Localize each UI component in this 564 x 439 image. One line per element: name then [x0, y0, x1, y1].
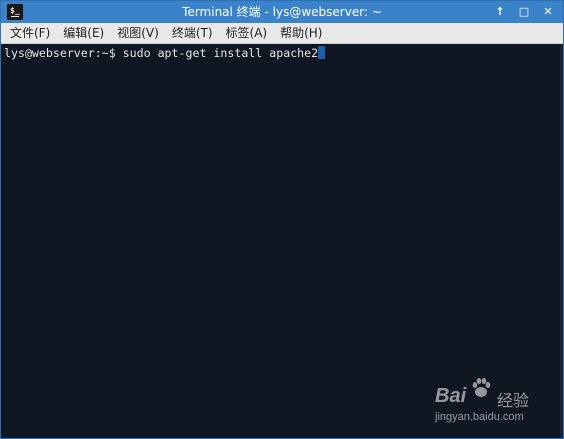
maximize-button[interactable]: □ [517, 5, 531, 19]
baidu-paw-icon [472, 378, 491, 397]
menu-bar: 文件(F) 编辑(E) 视图(V) 终端(T) 标签(A) 帮助(H) [1, 23, 563, 44]
menu-view[interactable]: 视图(V) [112, 23, 164, 44]
watermark-jingyan-text: 经验 [497, 391, 530, 410]
text-cursor [318, 46, 326, 59]
keep-above-button[interactable]: ↑ [493, 5, 507, 19]
window-title: Terminal 终端 - lys@webserver: ~ [182, 5, 382, 19]
title-bar[interactable]: $_ Terminal 终端 - lys@webserver: ~ ↑ □ ✕ [1, 1, 563, 23]
command-line: lys@webserver:~$ sudo apt-get install ap… [4, 46, 326, 60]
menu-help[interactable]: 帮助(H) [275, 23, 327, 44]
watermark-brand-text: Bai [435, 385, 467, 407]
menu-terminal[interactable]: 终端(T) [167, 23, 218, 44]
terminal-scrollbar[interactable] [560, 44, 563, 438]
watermark-url: jingyan.baidu.com [435, 411, 524, 423]
baidu-jingyan-watermark: Bai 经验 jingyan.baidu.com [427, 375, 547, 431]
typed-command: sudo apt-get install apache2 [122, 46, 319, 60]
menu-edit[interactable]: 编辑(E) [58, 23, 109, 44]
close-button[interactable]: ✕ [541, 5, 555, 19]
menu-file[interactable]: 文件(F) [5, 23, 55, 44]
shell-prompt: lys@webserver:~$ [4, 46, 116, 60]
terminal-window: $_ Terminal 终端 - lys@webserver: ~ ↑ □ ✕ … [0, 0, 564, 439]
menu-tabs[interactable]: 标签(A) [221, 23, 273, 44]
window-controls: ↑ □ ✕ [493, 1, 555, 23]
